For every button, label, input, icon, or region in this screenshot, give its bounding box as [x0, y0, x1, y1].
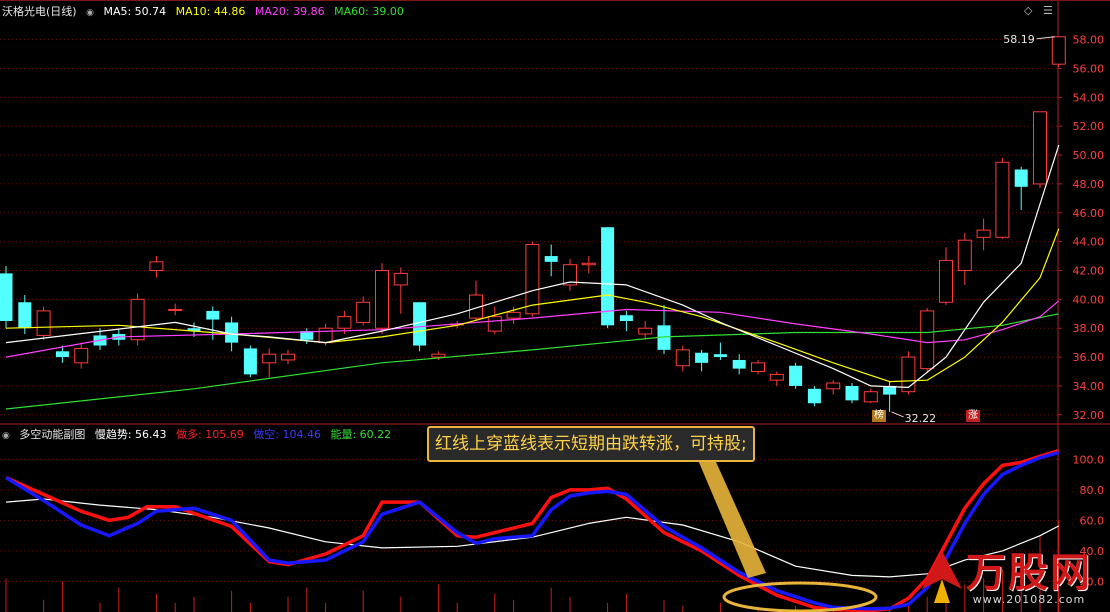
candle-up: [130, 298, 145, 341]
price-tick-label: 46.00: [1073, 207, 1105, 220]
rank-mark[interactable]: 榜: [872, 410, 886, 422]
low-pointer: [891, 411, 904, 418]
main-y-axis: 32.00 34.00 36.00 38.00 40.00 42.00 44.00 46.00…: [1058, 34, 1104, 422]
candle-down: [845, 385, 859, 401]
sub-title[interactable]: 多空动能副图: [19, 428, 85, 441]
price-tick-label: 34.00: [1073, 380, 1105, 393]
main-grid: [0, 39, 1058, 416]
candle-up: [74, 347, 89, 364]
candle-down: [732, 359, 746, 369]
candle-down: [18, 302, 32, 329]
price-tick-label: 50.00: [1073, 149, 1105, 162]
price-tick-label: 44.00: [1073, 236, 1105, 249]
price-tick-label: 54.00: [1073, 91, 1105, 104]
candle-up: [826, 382, 841, 390]
candle-down: [206, 310, 220, 320]
indicator-tick-label: 100.0: [1073, 453, 1105, 466]
candle-up: [995, 161, 1010, 238]
candle-up: [901, 356, 916, 393]
watermark-brand: 万股网: [966, 550, 1092, 596]
annotation-callout: 红线上穿蓝线表示短期由跌转涨，可持股;: [427, 426, 755, 462]
candle-down: [544, 256, 558, 262]
callout-pointer: [698, 460, 878, 612]
bear-value: 做空: 104.46: [253, 428, 321, 441]
ma60-value: MA60: 39.00: [334, 5, 404, 18]
price-tick-label: 32.00: [1073, 409, 1105, 422]
watermark-url: www.201082.com: [972, 593, 1086, 606]
ma5-value: MA5: 50.74: [103, 5, 167, 18]
ma20-value: MA20: 39.86: [254, 5, 325, 18]
candle-up: [506, 311, 521, 319]
candle-up: [863, 391, 878, 403]
candle-up: [281, 353, 295, 361]
watermark: 万股网 www.201082.com: [922, 550, 1092, 606]
candle-down: [55, 351, 69, 358]
candle-down: [619, 315, 633, 321]
high-label: 58.19: [1003, 33, 1035, 46]
candle-up: [356, 301, 371, 323]
candle-down: [695, 352, 709, 363]
low-label: 32.22: [905, 412, 937, 425]
candle-up: [920, 310, 935, 370]
candle-up: [1033, 111, 1047, 185]
candle-up: [149, 261, 164, 272]
candle-down: [0, 273, 13, 321]
candle-up: [262, 353, 277, 364]
candle-up: [638, 327, 653, 335]
candle-up: [337, 316, 352, 329]
candle-up: [581, 262, 596, 266]
price-tick-label: 58.00: [1073, 34, 1105, 47]
limit-up-mark[interactable]: 涨: [966, 410, 980, 422]
candle-up: [976, 229, 991, 238]
sub-lines: [5, 448, 1060, 612]
price-tick-label: 56.00: [1073, 63, 1105, 76]
indicator-toggle-icon[interactable]: ◉: [86, 8, 94, 18]
price-tick-label: 38.00: [1073, 322, 1105, 335]
indicator-tick-label: 80.0: [1080, 484, 1105, 497]
ma10-value: MA10: 44.86: [175, 5, 246, 18]
extreme-labels: 58.19 32.22: [891, 33, 1055, 425]
sub-grid: [0, 458, 1058, 582]
bull-logo-icon: [922, 551, 962, 603]
indicator-tick-label: 60.0: [1080, 514, 1105, 527]
candle-up: [431, 353, 446, 358]
diamond-icon[interactable]: ◇: [1024, 4, 1032, 17]
candle-up: [36, 310, 51, 336]
sub-panel-header: ◉ 多空动能副图 慢趋势: 56.43 做多: 105.69 做空: 104.4…: [2, 426, 397, 442]
candles[interactable]: [0, 36, 1066, 412]
candle-up: [939, 259, 953, 303]
candle-down: [789, 365, 803, 386]
candle-up: [1051, 36, 1066, 65]
candle-up: [168, 308, 183, 311]
stock-title[interactable]: 沃格光电(日线): [2, 5, 77, 18]
price-tick-label: 36.00: [1073, 351, 1105, 364]
price-tick-label: 42.00: [1073, 265, 1105, 278]
menu-icon[interactable]: ☰: [1043, 4, 1053, 17]
stock-chart[interactable]: 32.00 34.00 36.00 38.00 40.00 42.00 44.00 46.00…: [0, 0, 1110, 612]
candle-down: [1014, 169, 1028, 187]
bull-value: 做多: 105.69: [176, 428, 244, 441]
bear-line: [5, 450, 1060, 611]
candle-up: [769, 373, 784, 381]
main-panel-header: 沃格光电(日线) ◉ MA5: 50.74 MA10: 44.86 MA20: …: [2, 3, 410, 19]
energy-value: 能量: 60.22: [330, 428, 392, 441]
candle-up: [751, 362, 765, 373]
candle-up: [487, 316, 502, 332]
indicator-toggle-icon[interactable]: ◉: [2, 431, 10, 441]
candle-up: [675, 349, 690, 367]
price-tick-label: 52.00: [1073, 120, 1105, 133]
candle-down: [807, 388, 821, 404]
candle-down: [713, 354, 727, 358]
panel-frame: [0, 0, 1110, 612]
bull-line: [5, 448, 1060, 612]
price-tick-label: 48.00: [1073, 178, 1105, 191]
candle-up: [318, 327, 333, 344]
candle-up: [393, 272, 408, 286]
candle-up: [957, 239, 972, 271]
candle-up: [525, 244, 540, 315]
candle-up: [375, 270, 389, 329]
price-tick-label: 40.00: [1073, 293, 1105, 306]
slow-trend-value: 慢趋势: 56.43: [94, 428, 167, 441]
candle-down: [243, 348, 257, 375]
